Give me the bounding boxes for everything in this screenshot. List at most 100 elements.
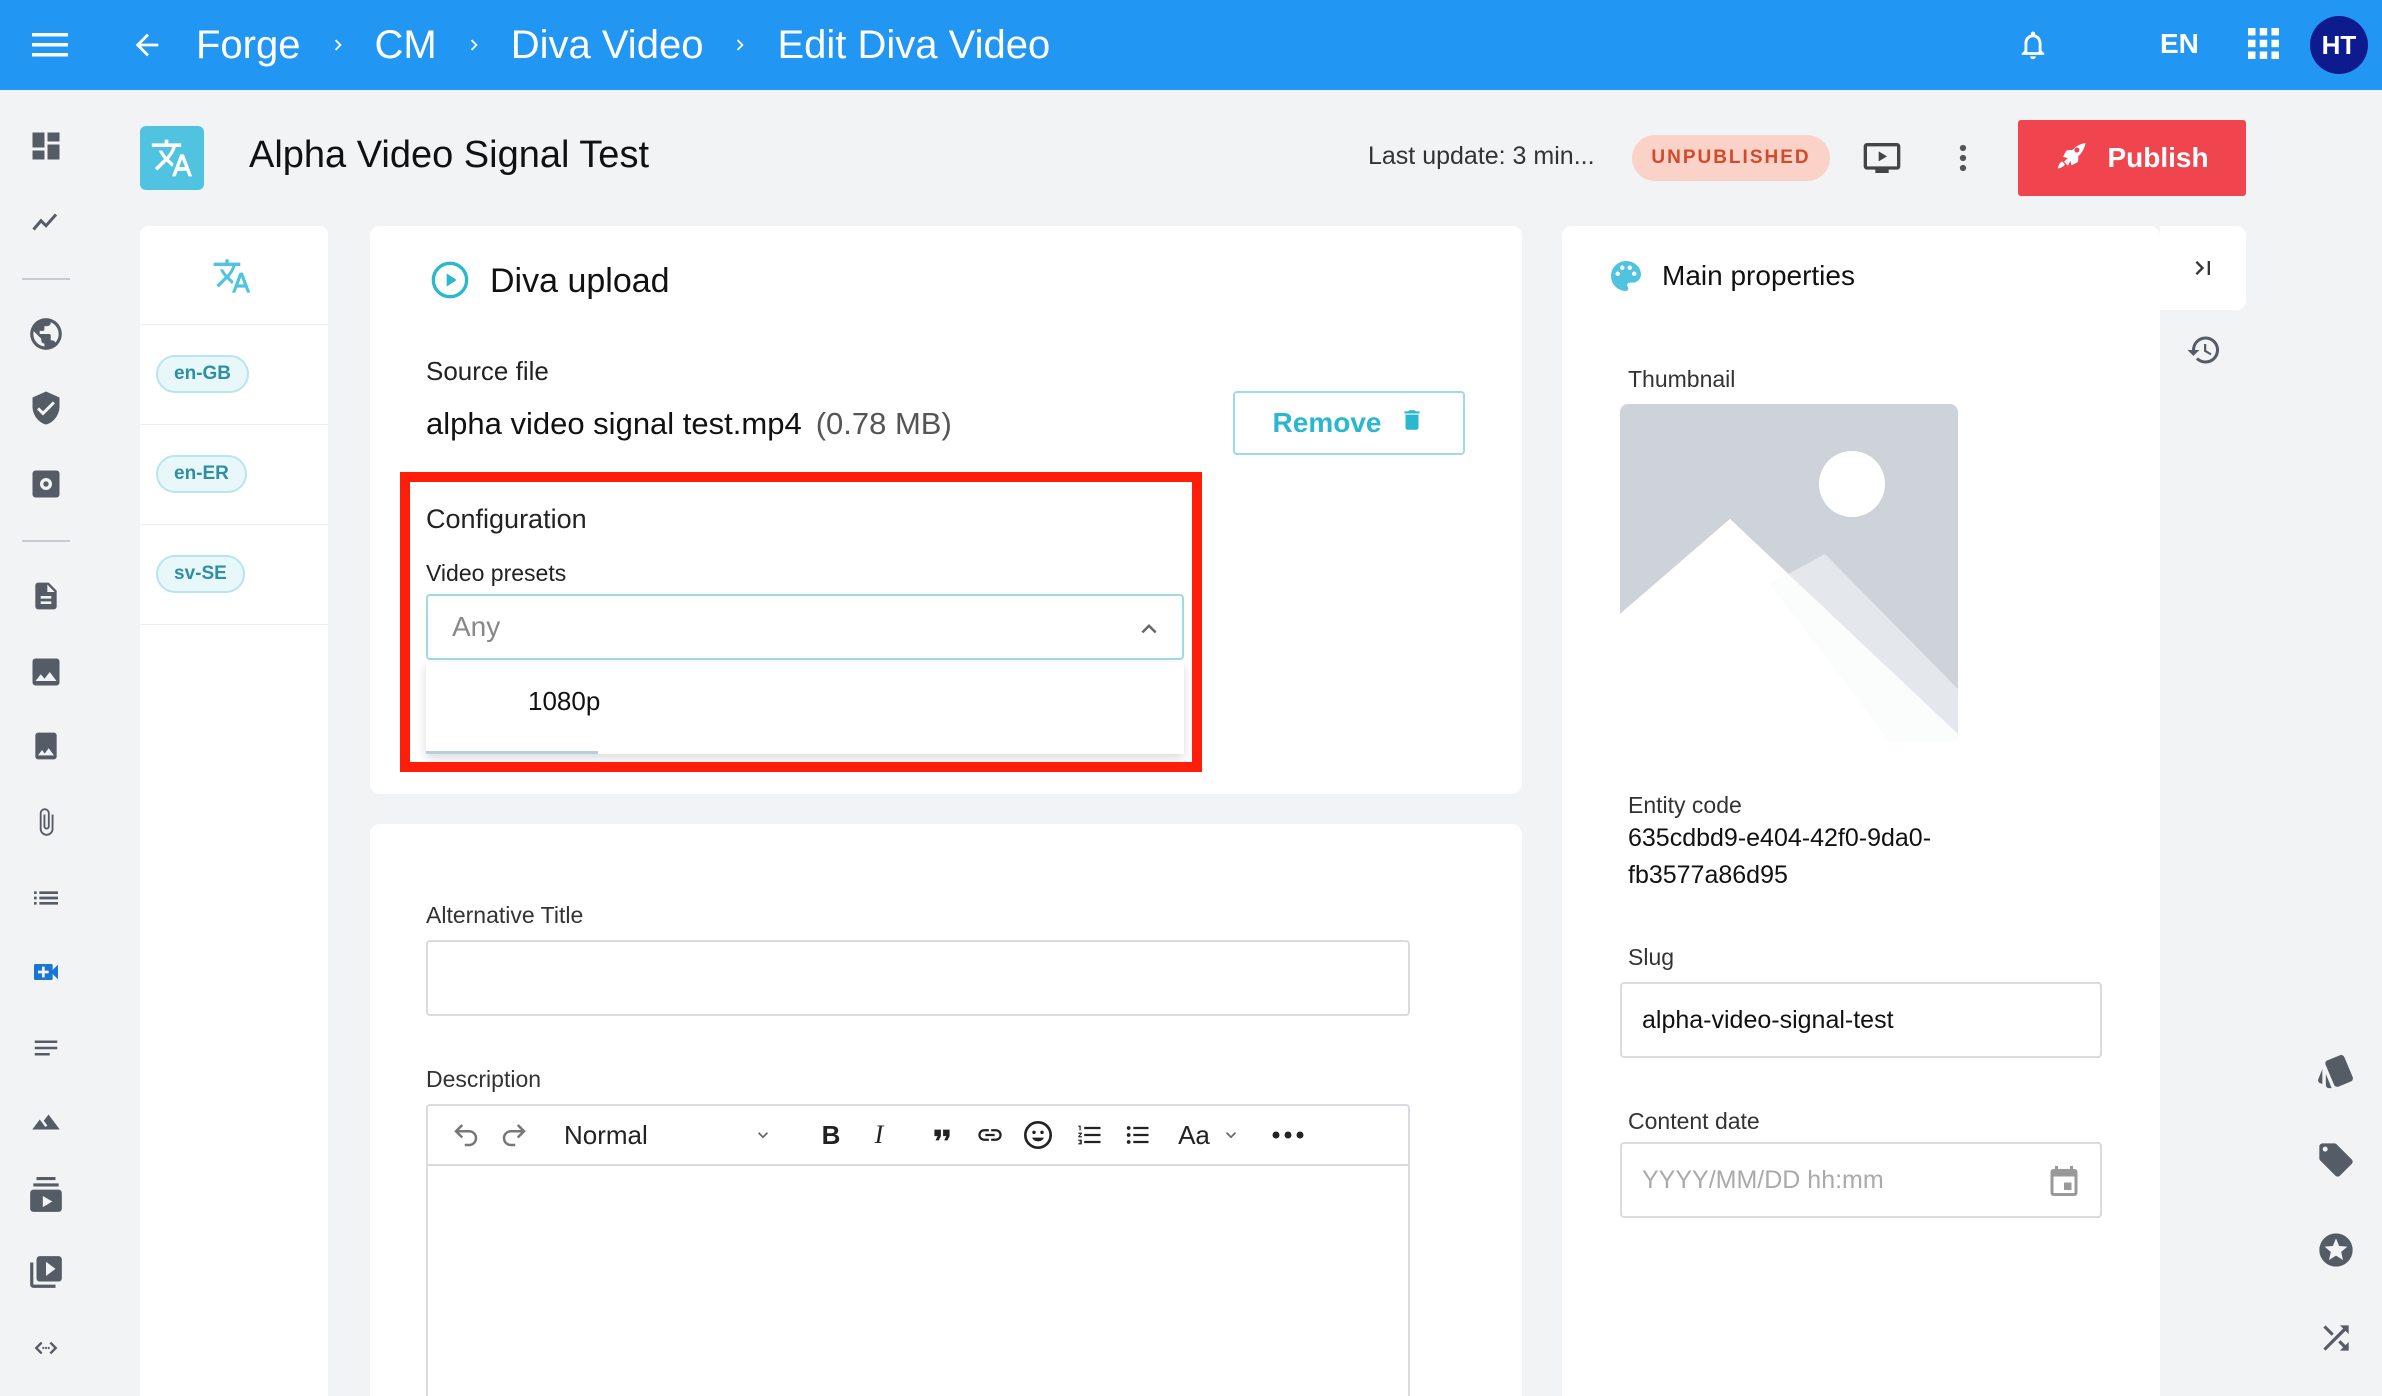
star-circle-icon[interactable] — [2312, 1226, 2360, 1274]
trash-icon — [1399, 404, 1425, 443]
palette-icon — [1608, 258, 1644, 299]
undo-icon[interactable] — [446, 1106, 486, 1164]
more-horiz-icon[interactable] — [1268, 1106, 1308, 1164]
text-lines-icon[interactable] — [24, 1026, 68, 1070]
document-icon[interactable] — [24, 574, 68, 618]
shuffle-icon[interactable] — [2312, 1314, 2360, 1362]
analytics-icon[interactable] — [24, 200, 68, 244]
last-update-text: Last update: 3 min... — [1368, 142, 1595, 170]
apps-grid-icon[interactable] — [2244, 24, 2284, 64]
status-badge: UNPUBLISHED — [1632, 135, 1830, 181]
font-size-label: Aa — [1178, 1119, 1210, 1150]
source-file-label: Source file — [426, 356, 549, 386]
ordered-list-icon[interactable] — [1070, 1106, 1110, 1164]
slug-label: Slug — [1628, 944, 1675, 970]
chevron-down-icon[interactable] — [750, 1106, 776, 1164]
section-title: Diva upload — [490, 262, 670, 300]
locale-list: en-GB en-ER sv-SE — [140, 226, 328, 1396]
image-icon[interactable] — [24, 650, 68, 694]
more-vert-icon[interactable] — [1948, 136, 1978, 180]
play-circle-icon — [430, 260, 470, 305]
publish-button[interactable]: Publish — [2018, 120, 2246, 196]
thumbnail-placeholder[interactable] — [1620, 404, 1958, 742]
landscape-icon[interactable] — [24, 1100, 68, 1144]
globe-icon[interactable] — [24, 312, 68, 356]
bold-icon[interactable]: B — [814, 1106, 848, 1164]
breadcrumb-cm[interactable]: CM — [375, 23, 437, 68]
language-selector[interactable]: EN — [2160, 28, 2199, 60]
alternative-title-label: Alternative Title — [426, 902, 584, 928]
description-editor[interactable] — [426, 1164, 1410, 1396]
properties-panel: Main properties Thumbnail Entity code 63… — [1562, 226, 2160, 1396]
collapse-panel-icon[interactable] — [2160, 226, 2246, 310]
content-date-input[interactable]: YYYY/MM/DD hh:mm — [1620, 1142, 2102, 1218]
block-style-select[interactable]: Normal — [564, 1106, 714, 1164]
entity-code-value: 635cdbd9-e404-42f0-9da0-fb3577a86d95 — [1628, 824, 1932, 889]
rocket-icon — [2055, 138, 2089, 179]
file-size: (0.78 MB) — [815, 406, 952, 441]
font-size-select[interactable]: Aa — [1172, 1106, 1216, 1164]
locale-pill-en-er[interactable]: en-ER — [156, 455, 247, 493]
photo-album-icon[interactable] — [24, 724, 68, 768]
back-arrow-icon[interactable] — [126, 24, 168, 66]
editor-toolbar: Normal B I Aa — [426, 1104, 1410, 1166]
file-name: alpha video signal test.mp4 (0.78 MB) — [426, 406, 952, 442]
breadcrumb: Forge CM Diva Video Edit Diva Video — [196, 0, 1050, 90]
attachment-icon[interactable] — [24, 800, 68, 844]
locale-pill-sv-se[interactable]: sv-SE — [156, 555, 245, 593]
video-add-icon[interactable] — [24, 950, 68, 994]
highlight-box — [400, 472, 1202, 772]
entity-code-label: Entity code — [1628, 792, 1742, 818]
remove-button[interactable]: Remove — [1233, 391, 1465, 455]
preview-icon[interactable] — [1858, 136, 1906, 180]
left-rail — [0, 90, 94, 1396]
breadcrumb-current: Edit Diva Video — [777, 22, 1051, 67]
italic-icon[interactable]: I — [862, 1106, 896, 1164]
locale-pill-en-gb[interactable]: en-GB — [156, 355, 249, 393]
menu-icon[interactable] — [28, 26, 72, 64]
publish-label: Publish — [2107, 142, 2209, 173]
alternative-title-input[interactable] — [426, 940, 1410, 1016]
remove-label: Remove — [1272, 407, 1382, 438]
thumbnail-label: Thumbnail — [1628, 366, 1736, 392]
slug-value: alpha-video-signal-test — [1642, 1005, 1894, 1034]
list-icon[interactable] — [24, 876, 68, 920]
content-date-label: Content date — [1628, 1108, 1760, 1134]
chevron-right-icon — [729, 34, 751, 56]
shield-icon[interactable] — [24, 386, 68, 430]
details-card: Alternative Title Description Normal B I… — [370, 824, 1522, 1396]
link-icon[interactable] — [970, 1106, 1010, 1164]
list-item: sv-SE — [140, 524, 328, 624]
avatar[interactable]: HT — [2310, 16, 2368, 74]
top-bar: Forge CM Diva Video Edit Diva Video EN H… — [0, 0, 2382, 90]
description-label: Description — [426, 1066, 542, 1092]
list-item: en-GB — [140, 324, 328, 424]
bullet-list-icon[interactable] — [1118, 1106, 1158, 1164]
list-item: en-ER — [140, 424, 328, 524]
chevron-right-icon — [463, 34, 485, 56]
quote-icon[interactable] — [922, 1106, 962, 1164]
dashboard-icon[interactable] — [24, 124, 68, 168]
breadcrumb-forge[interactable]: Forge — [196, 23, 301, 68]
code-icon[interactable] — [24, 1326, 68, 1370]
style-icon[interactable] — [2312, 1046, 2360, 1094]
chevron-down-icon[interactable] — [1218, 1106, 1244, 1164]
history-icon[interactable] — [2180, 326, 2228, 374]
playlist-icon[interactable] — [24, 1174, 68, 1218]
content-date-placeholder: YYYY/MM/DD hh:mm — [1642, 1165, 1884, 1194]
file-name-text: alpha video signal test.mp4 — [426, 406, 802, 441]
bell-icon[interactable] — [2012, 24, 2054, 66]
slug-input[interactable]: alpha-video-signal-test — [1620, 982, 2102, 1058]
translate-icon — [140, 126, 204, 190]
settings-icon[interactable] — [24, 462, 68, 506]
emoji-icon[interactable] — [1018, 1106, 1058, 1164]
page-title: Alpha Video Signal Test — [249, 134, 650, 176]
translate-icon[interactable] — [212, 256, 252, 301]
chevron-right-icon — [327, 34, 349, 56]
redo-icon[interactable] — [494, 1106, 534, 1164]
breadcrumb-diva-video[interactable]: Diva Video — [511, 23, 704, 68]
block-style-value: Normal — [564, 1119, 648, 1150]
calendar-icon[interactable] — [2046, 1162, 2082, 1207]
video-library-icon[interactable] — [24, 1250, 68, 1294]
tag-icon[interactable] — [2312, 1136, 2360, 1184]
